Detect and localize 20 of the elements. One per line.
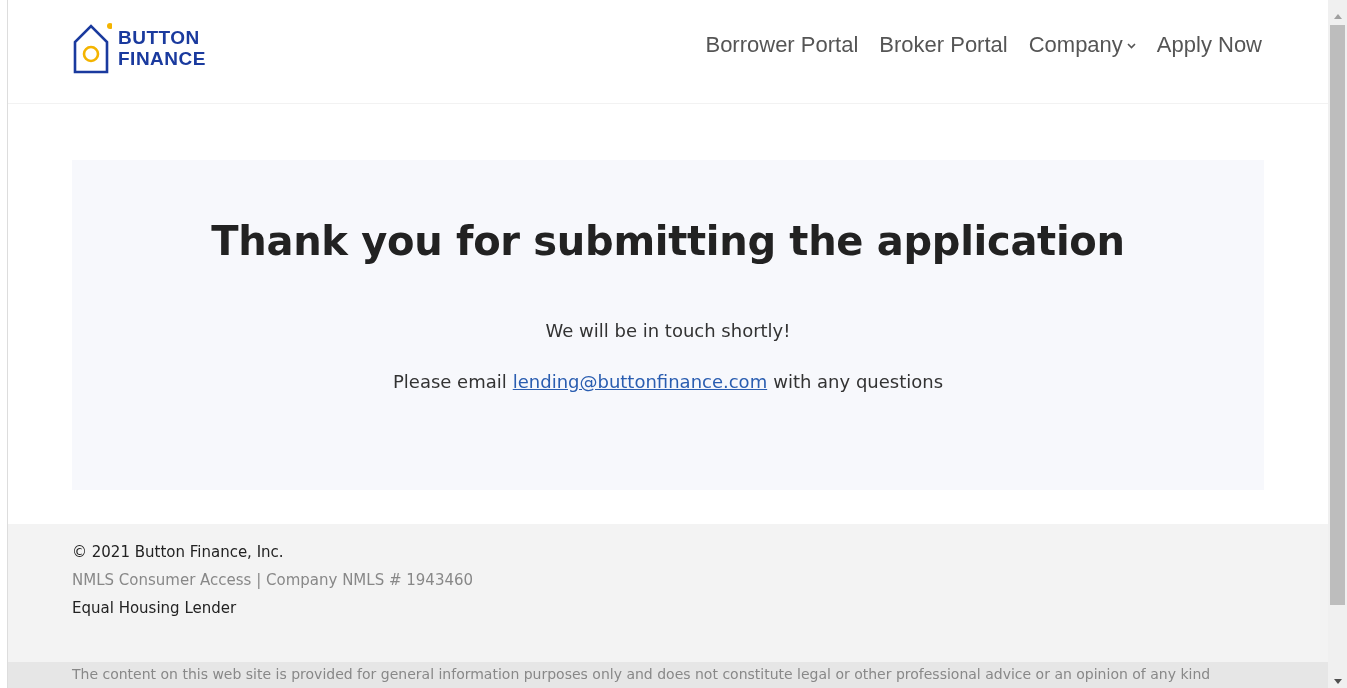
housing-text: Equal Housing Lender (72, 598, 238, 619)
logo-text: FINANCE (118, 47, 206, 69)
message-text: We will be in touch shortly! (544, 320, 792, 341)
message-text: with any questions (773, 371, 944, 392)
scroll-down-icon[interactable] (1333, 679, 1342, 684)
nmls-text: NMLS Consumer Access | Company NMLS # 1943460 (72, 570, 475, 591)
logo-text: BUTTON (118, 26, 201, 48)
email-link[interactable]: lending@buttonfinance.com (512, 371, 768, 392)
nav-link[interactable]: Broker Portal (879, 31, 1008, 58)
chevron-down-icon (1126, 43, 1136, 49)
scroll-up-icon[interactable] (1333, 14, 1342, 19)
copyright-text: © 2021 Button Finance, Inc. (72, 542, 285, 563)
message-text: Please email (392, 371, 507, 392)
nav-link[interactable]: Apply Now (1156, 31, 1262, 58)
disclaimer-text: The content on this web site is provided for general information purposes only and does not constitute legal or other professional advice or an opinion of any kind (72, 666, 1211, 682)
scrollbar-thumb[interactable] (1330, 25, 1345, 605)
nav-link[interactable]: Borrower Portal (705, 31, 859, 58)
nav-link[interactable]: Company (1028, 31, 1136, 58)
page-heading: Thank you for submitting the application (210, 218, 1126, 264)
scrollbar[interactable] (1328, 0, 1347, 688)
